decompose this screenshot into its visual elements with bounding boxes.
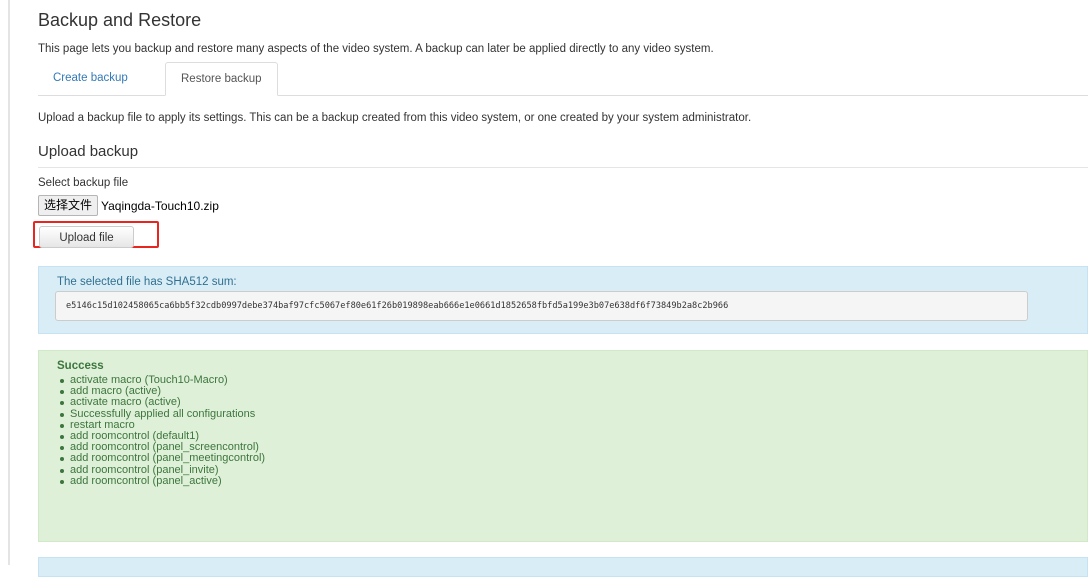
page-description: This page lets you backup and restore ma…: [38, 43, 714, 55]
tab-bar: Create backup Restore backup: [38, 62, 1088, 96]
upload-file-button[interactable]: Upload file: [39, 226, 134, 248]
success-alert-panel: Success activate macro (Touch10-Macro) a…: [38, 350, 1088, 542]
tab-create-backup[interactable]: Create backup: [38, 62, 143, 94]
choose-file-button[interactable]: 选择文件: [38, 195, 99, 216]
list-item: activate macro (active): [57, 397, 265, 408]
checksum-label: The selected file has SHA512 sum:: [57, 276, 237, 288]
success-title: Success: [57, 360, 104, 372]
success-item-list: activate macro (Touch10-Macro) add macro…: [57, 374, 265, 487]
next-info-panel: [38, 557, 1088, 577]
list-item: add roomcontrol (panel_active): [57, 475, 265, 487]
section-title-upload-backup: Upload backup: [38, 143, 139, 160]
tab-restore-backup[interactable]: Restore backup: [165, 62, 278, 96]
left-border-rule: [8, 0, 10, 565]
restore-description: Upload a backup file to apply its settin…: [38, 112, 752, 124]
select-backup-file-label: Select backup file: [38, 177, 129, 189]
list-item: add roomcontrol (panel_meetingcontrol): [57, 453, 265, 464]
checksum-info-panel: The selected file has SHA512 sum: e5146c…: [38, 266, 1088, 334]
section-divider: [38, 167, 1088, 168]
checksum-value-field[interactable]: e5146c15d102458065ca6bb5f32cdb0997debe37…: [55, 291, 1028, 321]
page-title: Backup and Restore: [38, 10, 202, 30]
file-input-row: 选择文件 Yaqingda-Touch10.zip: [38, 195, 219, 216]
selected-file-name: Yaqingda-Touch10.zip: [101, 198, 219, 213]
